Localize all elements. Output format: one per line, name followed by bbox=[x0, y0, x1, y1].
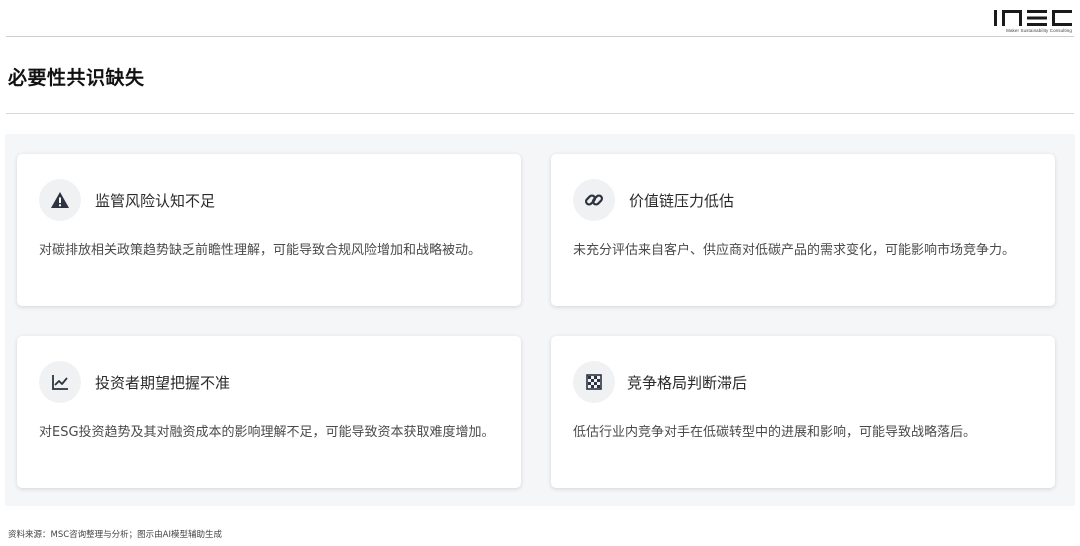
logo-subtitle: Maker Sustainability Consulting bbox=[1006, 28, 1072, 33]
card-regulatory-risk: 监管风险认知不足 对碳排放相关政策趋势缺乏前瞻性理解，可能导致合规风险增加和战略… bbox=[17, 154, 521, 306]
card-investor-expectation: 投资者期望把握不准 对ESG投资趋势及其对融资成本的影响理解不足，可能导致资本获… bbox=[17, 336, 521, 488]
card-competition: 竞争格局判断滞后 低估行业内竞争对手在低碳转型中的进展和影响，可能导致战略落后。 bbox=[551, 336, 1055, 488]
card-description: 低估行业内竞争对手在低碳转型中的进展和影响，可能导致战略落后。 bbox=[573, 425, 977, 440]
msc-logo-mark bbox=[994, 10, 1072, 26]
card-title: 竞争格局判断滞后 bbox=[627, 374, 748, 392]
source-note: 资料来源：MSC咨询整理与分析；图示由AI模型辅助生成 bbox=[8, 530, 222, 540]
card-title: 监管风险认知不足 bbox=[95, 192, 216, 210]
card-title: 价值链压力低估 bbox=[629, 192, 735, 210]
card-title: 投资者期望把握不准 bbox=[95, 374, 231, 392]
header-divider bbox=[6, 36, 1074, 37]
chessboard-icon bbox=[573, 361, 615, 403]
msc-logo: Maker Sustainability Consulting bbox=[994, 8, 1072, 36]
line-chart-icon bbox=[39, 361, 81, 403]
warning-triangle-icon bbox=[39, 179, 81, 221]
card-description: 对碳排放相关政策趋势缺乏前瞻性理解，可能导致合规风险增加和战略被动。 bbox=[39, 243, 482, 258]
card-description: 未充分评估来自客户、供应商对低碳产品的需求变化，可能影响市场竞争力。 bbox=[573, 243, 1016, 258]
card-value-chain: 价值链压力低估 未充分评估来自客户、供应商对低碳产品的需求变化，可能影响市场竞争… bbox=[551, 154, 1055, 306]
link-icon bbox=[573, 179, 615, 221]
card-description: 对ESG投资趋势及其对融资成本的影响理解不足，可能导致资本获取难度增加。 bbox=[39, 425, 495, 440]
page-title: 必要性共识缺失 bbox=[8, 67, 145, 89]
title-divider bbox=[6, 113, 1074, 114]
content-panel: 监管风险认知不足 对碳排放相关政策趋势缺乏前瞻性理解，可能导致合规风险增加和战略… bbox=[5, 134, 1075, 506]
